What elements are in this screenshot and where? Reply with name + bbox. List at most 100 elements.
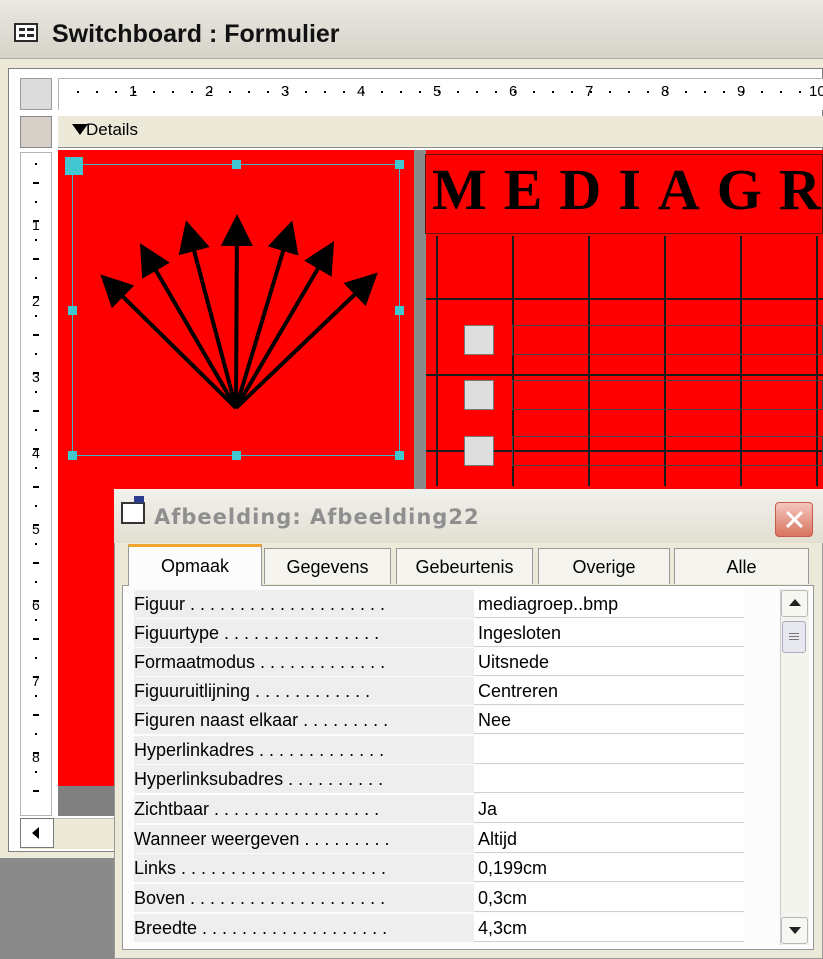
property-row[interactable]: Formaatmodus . . . . . . . . . . . . . Ui…	[134, 648, 746, 676]
property-row[interactable]: Boven . . . . . . . . . . . . . . . . . …	[134, 884, 746, 912]
ruler-tick	[35, 695, 37, 697]
property-label: Figuren naast elkaar . . . . . . . . .	[134, 706, 474, 734]
property-label: Zichtbaar . . . . . . . . . . . . . . . …	[134, 795, 474, 823]
ruler-tick	[33, 410, 39, 412]
ruler-tick	[533, 91, 535, 93]
horizontal-ruler[interactable]: 1 2 3 4 5 6 7 8 9 10	[58, 78, 823, 110]
scroll-thumb[interactable]	[782, 621, 806, 653]
ruler-tick	[609, 91, 611, 93]
scroll-down-button[interactable]	[781, 917, 808, 944]
property-label: Boven . . . . . . . . . . . . . . . . . …	[134, 884, 474, 912]
resize-handle[interactable]	[232, 160, 241, 169]
grid-line	[426, 298, 823, 300]
vertical-ruler[interactable]: 1 2 3 4 5 6 7 8	[20, 152, 52, 816]
menu-option-label[interactable]	[512, 436, 823, 466]
property-label: Links . . . . . . . . . . . . . . . . . …	[134, 854, 474, 882]
ruler-tick	[33, 676, 39, 678]
ruler-tick	[305, 91, 307, 93]
property-row[interactable]: Figuren naast elkaar . . . . . . . . . Ne…	[134, 706, 746, 734]
property-value[interactable]	[474, 765, 744, 793]
property-label: Formaatmodus . . . . . . . . . . . . .	[134, 648, 474, 676]
scroll-up-button[interactable]	[781, 590, 808, 617]
property-value[interactable]: Altijd	[474, 825, 744, 853]
property-label: Breedte . . . . . . . . . . . . . . . . …	[134, 914, 474, 942]
resize-handle[interactable]	[68, 306, 77, 315]
ruler-tick	[35, 657, 37, 659]
ruler-number: 10	[809, 83, 823, 100]
form-selector[interactable]	[20, 78, 52, 110]
ruler-tick	[476, 91, 478, 93]
ruler-tick	[33, 600, 39, 602]
menu-option-button[interactable]	[464, 325, 494, 355]
property-row[interactable]: Figuuruitlijning . . . . . . . . . . . .…	[134, 677, 746, 705]
property-row[interactable]: Figuurtype . . . . . . . . . . . . . . .…	[134, 619, 746, 647]
property-row[interactable]: Hyperlinksubadres . . . . . . . . . .	[134, 765, 746, 793]
ruler-tick	[704, 91, 706, 93]
resize-handle[interactable]	[395, 306, 404, 315]
property-value[interactable]: Ingesloten	[474, 619, 744, 647]
ruler-tick	[571, 91, 573, 93]
ruler-tick	[685, 91, 687, 93]
ruler-tick	[33, 790, 39, 792]
tab-gegevens[interactable]: Gegevens	[264, 548, 391, 584]
ruler-tick	[35, 467, 37, 469]
ruler-tick	[33, 372, 39, 374]
property-row[interactable]: Breedte . . . . . . . . . . . . . . . . …	[134, 914, 746, 942]
resize-handle[interactable]	[395, 160, 404, 169]
ruler-tick	[35, 353, 37, 355]
ruler-tick	[343, 91, 345, 93]
tab-alle[interactable]: Alle	[674, 548, 809, 584]
grid-line	[436, 236, 438, 486]
close-button[interactable]	[775, 502, 813, 537]
property-row[interactable]: Figuur . . . . . . . . . . . . . . . . .…	[134, 590, 746, 618]
property-value[interactable]: Ja	[474, 795, 744, 823]
property-value[interactable]: mediagroep..bmp	[474, 590, 744, 618]
property-label: Figuuruitlijning . . . . . . . . . . . .	[134, 677, 474, 705]
ruler-tick	[457, 91, 459, 93]
menu-option-button[interactable]	[464, 436, 494, 466]
resize-handle[interactable]	[395, 451, 404, 460]
property-value[interactable]: Uitsnede	[474, 648, 744, 676]
property-value[interactable]: Nee	[474, 706, 744, 734]
ruler-tick	[35, 733, 37, 735]
property-label: Figuurtype . . . . . . . . . . . . . . .…	[134, 619, 474, 647]
tab-opmaak[interactable]: Opmaak	[128, 544, 262, 586]
resize-handle[interactable]	[232, 451, 241, 460]
form-icon	[14, 23, 38, 42]
details-section-bar[interactable]	[58, 116, 823, 148]
property-value[interactable]	[474, 736, 744, 764]
image-selection-frame[interactable]	[72, 164, 400, 456]
ruler-tick	[628, 91, 630, 93]
property-row[interactable]: Links . . . . . . . . . . . . . . . . . …	[134, 854, 746, 882]
ruler-tick	[35, 429, 37, 431]
menu-option-button[interactable]	[464, 380, 494, 410]
scroll-left-button[interactable]	[20, 818, 54, 848]
ruler-tick	[35, 543, 37, 545]
ruler-tick	[35, 581, 37, 583]
ruler-tick	[33, 296, 39, 298]
move-handle[interactable]	[65, 157, 83, 175]
menu-option-label[interactable]	[512, 380, 823, 410]
ruler-tick	[35, 277, 37, 279]
ruler-tick	[723, 91, 725, 93]
property-value[interactable]: Centreren	[474, 677, 744, 705]
ruler-tick	[35, 771, 37, 773]
property-row[interactable]: Wanneer weergeven . . . . . . . . . Altij…	[134, 825, 746, 853]
ruler-tick	[33, 220, 39, 222]
property-row[interactable]: Zichtbaar . . . . . . . . . . . . . . . …	[134, 795, 746, 823]
property-value[interactable]: 0,199cm	[474, 854, 744, 882]
property-value[interactable]: 4,3cm	[474, 914, 744, 942]
ruler-tick	[77, 91, 79, 93]
ruler-tick	[172, 91, 174, 93]
property-row[interactable]: Hyperlinkadres . . . . . . . . . . . . .	[134, 736, 746, 764]
property-value[interactable]: 0,3cm	[474, 884, 744, 912]
tab-overige[interactable]: Overige	[538, 548, 670, 584]
menu-option-label[interactable]	[512, 325, 823, 355]
ruler-tick	[35, 315, 37, 317]
ruler-tick	[35, 201, 37, 203]
window-title: Switchboard : Formulier	[52, 20, 340, 48]
tab-gebeurtenis[interactable]: Gebeurtenis	[396, 548, 533, 584]
section-selector[interactable]	[20, 116, 52, 148]
ruler-tick	[514, 91, 516, 93]
resize-handle[interactable]	[68, 451, 77, 460]
